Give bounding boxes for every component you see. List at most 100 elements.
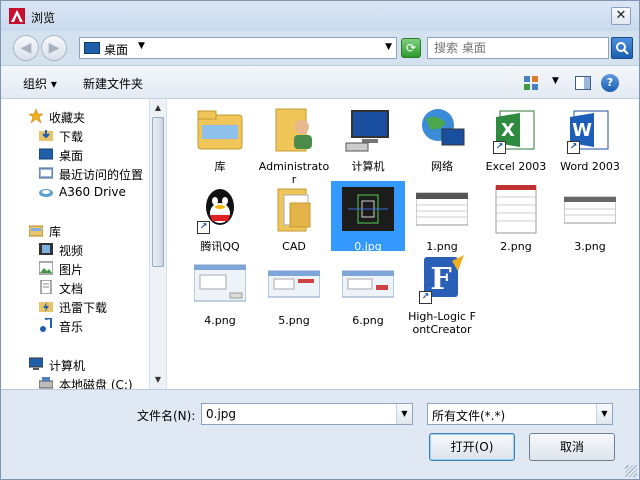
nav-computer[interactable]: 计算机 <box>1 355 149 374</box>
new-folder-button[interactable]: 新建文件夹 <box>83 75 143 92</box>
search-button[interactable] <box>611 37 633 59</box>
navigation-scrollbar[interactable]: ▲ ▼ <box>149 99 166 389</box>
address-bar[interactable]: 桌面 ▼ ▼ <box>79 37 397 59</box>
open-button[interactable]: 打开(O) <box>429 433 515 461</box>
shortcut-arrow-icon: ↗ <box>493 141 506 154</box>
nav-videos[interactable]: 视频 <box>1 240 149 259</box>
nav-libraries[interactable]: 库 <box>1 221 149 240</box>
nav-a360-drive[interactable]: A360 Drive <box>1 183 149 202</box>
library-folder-icon <box>197 110 243 150</box>
file-item[interactable]: 库 <box>183 105 257 173</box>
refresh-button[interactable]: ⟳ <box>401 38 421 58</box>
nav-downloads[interactable]: 下载 <box>1 126 149 145</box>
nav-music[interactable]: 音乐 <box>1 316 149 335</box>
nav-recent-places[interactable]: 最近访问的位置 <box>1 164 149 183</box>
download-folder-icon <box>39 130 53 141</box>
svg-text:X: X <box>501 120 515 141</box>
autocad-logo-icon <box>9 8 25 24</box>
search-input[interactable] <box>428 38 598 58</box>
search-icon <box>616 42 629 55</box>
file-item[interactable]: 6.png <box>331 259 405 327</box>
search-box[interactable] <box>427 37 609 59</box>
forward-button[interactable]: ▶ <box>41 35 67 61</box>
cancel-button[interactable]: 取消 <box>529 433 615 461</box>
picture-icon <box>39 261 53 275</box>
chevron-down-icon[interactable]: ▼ <box>138 41 145 51</box>
dialog-thumbnail <box>193 264 247 302</box>
file-item[interactable]: 3.png <box>553 185 627 253</box>
file-item[interactable]: 5.png <box>257 259 331 327</box>
star-icon <box>29 109 43 123</box>
dialog-thumbnail <box>267 270 321 298</box>
desktop-icon <box>39 148 53 160</box>
navigation-pane: 收藏夹 下载 桌面 最近访问的位置 A360 Drive 库 视频 图片 文档 … <box>1 99 151 392</box>
filename-combobox[interactable]: ▼ <box>201 403 413 425</box>
filetype-value: 所有文件(*.*) <box>432 409 506 423</box>
nav-documents[interactable]: 文档 <box>1 278 149 297</box>
dialog-footer: 文件名(N): ▼ 所有文件(*.*) ▼ 打开(O) 取消 <box>1 389 639 479</box>
scroll-down-arrow-icon[interactable]: ▼ <box>151 372 165 388</box>
back-button[interactable]: ◀ <box>13 35 39 61</box>
chevron-down-icon[interactable]: ▼ <box>596 404 612 424</box>
file-item[interactable]: CAD <box>257 185 331 253</box>
file-item[interactable]: 计算机 <box>331 105 405 173</box>
address-location: 桌面 <box>104 43 129 57</box>
close-button[interactable]: ✕ <box>611 7 631 25</box>
document-icon <box>40 280 52 294</box>
nav-desktop[interactable]: 桌面 <box>1 145 149 164</box>
file-item[interactable]: 1.png <box>405 185 479 253</box>
thunder-download-icon <box>39 302 53 312</box>
window-title: 浏览 <box>31 11 56 25</box>
svg-text:F: F <box>430 262 451 297</box>
nav-favorites[interactable]: 收藏夹 <box>1 107 149 126</box>
spreadsheet-thumbnail <box>415 192 469 226</box>
recent-places-icon <box>39 167 53 179</box>
command-toolbar: 组织 ▾ 新建文件夹 ▼ ? <box>1 65 639 99</box>
view-dropdown-icon[interactable]: ▼ <box>552 76 559 86</box>
chevron-down-icon[interactable]: ▼ <box>396 404 412 424</box>
scrollbar-thumb[interactable] <box>152 117 164 267</box>
scroll-up-arrow-icon[interactable]: ▲ <box>151 100 165 116</box>
file-item[interactable]: 网络 <box>405 105 479 173</box>
dialog-thumbnail <box>341 270 395 298</box>
computer-icon <box>29 357 43 370</box>
file-item-selected[interactable]: 0.jpg <box>331 185 405 253</box>
filename-label: 文件名(N): <box>137 409 196 423</box>
help-icon[interactable]: ? <box>601 74 619 92</box>
nav-pictures[interactable]: 图片 <box>1 259 149 278</box>
library-icon <box>29 225 43 237</box>
computer-icon <box>345 110 389 152</box>
address-bar-row: ◀ ▶ 桌面 ▼ ▼ ⟳ <box>1 31 639 65</box>
music-icon <box>40 318 52 332</box>
file-item[interactable]: 腾讯QQ ↗ <box>183 185 257 253</box>
file-item[interactable]: Administrator <box>257 105 331 186</box>
file-item[interactable]: W Word 2003 ↗ <box>553 105 627 173</box>
preview-pane-icon[interactable] <box>575 76 591 90</box>
view-options-icon[interactable] <box>523 75 539 91</box>
shortcut-arrow-icon: ↗ <box>567 141 580 154</box>
shortcut-arrow-icon: ↗ <box>197 221 210 234</box>
file-item[interactable]: 4.png <box>183 259 257 327</box>
open-file-dialog: 浏览 ✕ ◀ ▶ 桌面 ▼ ▼ ⟳ 组织 ▾ 新建文件夹 ▼ <box>0 0 640 480</box>
local-disk-icon <box>39 377 53 389</box>
address-history-dropdown-icon[interactable]: ▼ <box>385 42 392 52</box>
file-item[interactable]: F High-Logic FontCreator ↗ <box>405 255 479 336</box>
resize-grip-icon[interactable] <box>625 465 637 477</box>
network-icon <box>422 109 465 146</box>
file-item[interactable]: X Excel 2003 ↗ <box>479 105 553 173</box>
nav-thunder-download[interactable]: 迅雷下载 <box>1 297 149 316</box>
video-icon <box>39 243 53 255</box>
cloud-drive-icon <box>39 189 53 197</box>
shortcut-arrow-icon: ↗ <box>419 291 432 304</box>
filetype-select[interactable]: 所有文件(*.*) ▼ <box>427 403 613 425</box>
file-list-pane: 库 Administrator 计算机 网络 X Excel 2003 ↗ W … <box>167 99 639 389</box>
file-item[interactable]: 2.png <box>479 184 553 253</box>
svg-text:W: W <box>572 120 592 141</box>
filename-input[interactable] <box>202 404 392 424</box>
spreadsheet-thumbnail <box>495 184 537 234</box>
folder-icon <box>277 188 311 232</box>
spreadsheet-thumbnail <box>563 196 617 224</box>
title-bar: 浏览 ✕ <box>1 1 639 31</box>
organize-menu[interactable]: 组织 ▾ <box>23 75 57 92</box>
desktop-icon <box>84 42 100 54</box>
